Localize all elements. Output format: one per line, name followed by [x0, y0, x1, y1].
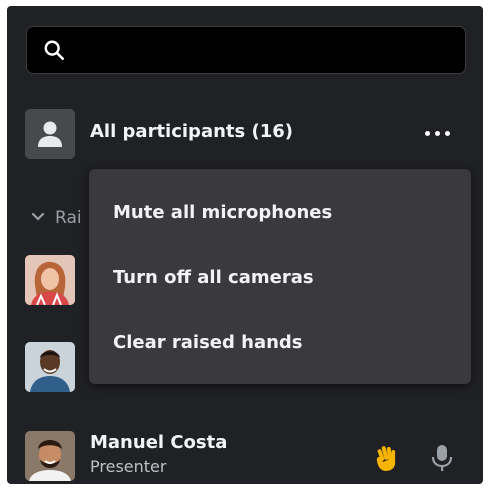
raised-hands-section-label[interactable]: Rai: [55, 208, 82, 228]
more-horizontal-icon-dot: [425, 131, 430, 136]
all-participants-label[interactable]: All participants (16): [90, 121, 293, 142]
microphone-icon[interactable]: [430, 443, 454, 473]
search-input[interactable]: [79, 37, 453, 65]
participants-panel: All participants (16) Rai Manuel Costa P…: [7, 6, 483, 484]
avatar: [25, 255, 75, 305]
menu-item-mute-all-microphones[interactable]: Mute all microphones: [89, 185, 471, 241]
participants-options-menu: Mute all microphones Turn off all camera…: [89, 169, 471, 384]
menu-item-turn-off-all-cameras[interactable]: Turn off all cameras: [89, 250, 471, 306]
more-options-button[interactable]: [423, 119, 455, 147]
search-icon: [44, 40, 64, 60]
all-participants-avatar: [25, 109, 75, 159]
person-icon: [38, 121, 62, 147]
presenter-avatar: [25, 431, 75, 481]
raised-hand-icon: [376, 446, 396, 471]
chevron-down-icon[interactable]: [31, 212, 45, 222]
more-horizontal-icon-dot: [435, 131, 440, 136]
presenter-role: Presenter: [90, 457, 167, 476]
menu-item-clear-raised-hands[interactable]: Clear raised hands: [89, 315, 471, 371]
search-box[interactable]: [26, 26, 466, 74]
avatar: [25, 342, 75, 392]
presenter-name: Manuel Costa: [90, 432, 228, 453]
more-horizontal-icon-dot: [445, 131, 450, 136]
